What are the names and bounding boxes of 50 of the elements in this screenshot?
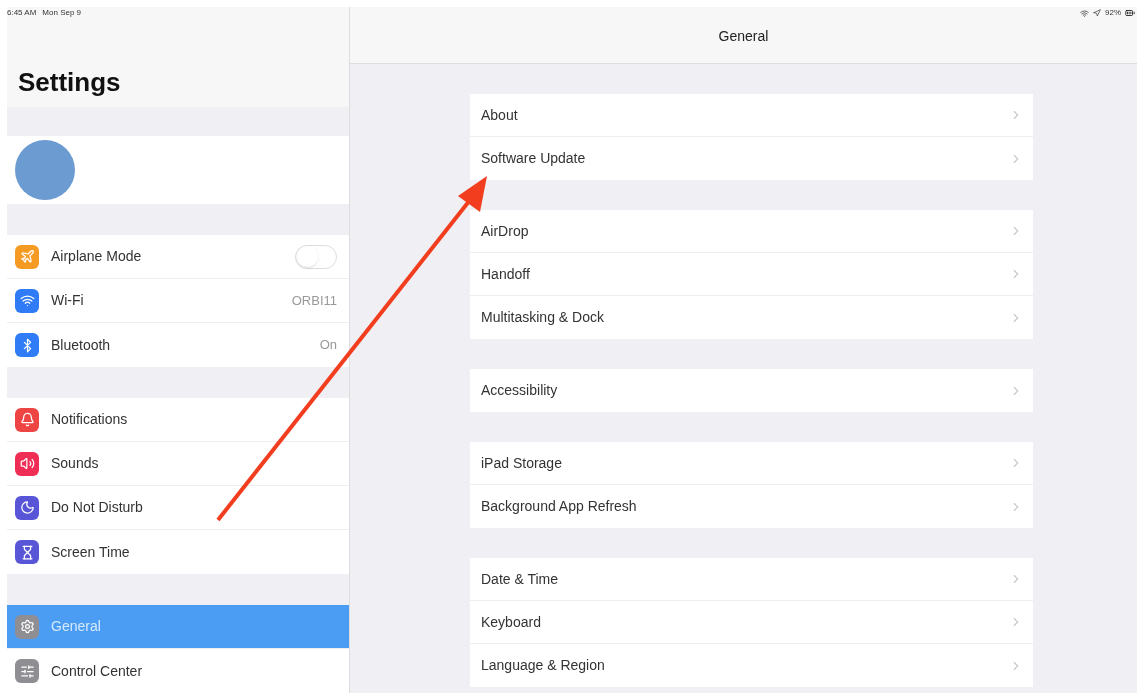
row-label: About	[481, 105, 519, 125]
row-label: Software Update	[481, 149, 587, 168]
sidebar-label: Airplane Mode	[51, 247, 143, 266]
sidebar-label: Screen Time	[51, 542, 131, 562]
sidebar-label: General	[51, 617, 102, 636]
sidebar-title: Settings	[18, 69, 121, 95]
settings-row[interactable]: iPad Storage	[470, 442, 1033, 485]
row-label: Language & Region	[481, 656, 606, 675]
sidebar-item[interactable]: Airplane Mode	[7, 235, 349, 279]
sidebar-label: Control Center	[51, 661, 144, 681]
battery-icon	[1125, 8, 1135, 18]
settings-row[interactable]: Multitasking & Dock	[470, 296, 1033, 339]
settings-row[interactable]: Keyboard	[470, 601, 1033, 644]
sidebar-item[interactable]: Screen Time	[7, 530, 349, 574]
settings-row[interactable]: Software Update	[470, 137, 1033, 180]
status-date: Mon Sep 9	[42, 7, 82, 19]
row-label: Keyboard	[481, 612, 542, 632]
settings-row[interactable]: Date & Time	[470, 558, 1033, 601]
wifi-signal-icon	[1080, 8, 1089, 18]
toggle-switch[interactable]	[295, 244, 337, 269]
settings-row[interactable]: Language & Region	[470, 644, 1033, 687]
row-label: Handoff	[481, 264, 531, 284]
status-time: 6:45 AM	[7, 7, 37, 19]
sidebar-label: Notifications	[51, 410, 129, 429]
settings-row[interactable]: About	[470, 94, 1033, 137]
sidebar-item[interactable]: Bluetooth On	[7, 323, 349, 367]
sidebar-label: Do Not Disturb	[51, 498, 144, 517]
sidebar-item[interactable]: Sounds	[7, 442, 349, 486]
location-icon	[1093, 9, 1101, 17]
row-label: AirDrop	[481, 221, 530, 241]
sidebar-item[interactable]: Wi-Fi ORBI11	[7, 279, 349, 323]
settings-row[interactable]: AirDrop	[470, 210, 1033, 253]
battery-percent: 92%	[1105, 7, 1121, 19]
sidebar-label: Sounds	[51, 454, 100, 473]
settings-row[interactable]: Background App Refresh	[470, 485, 1033, 528]
row-label: Date & Time	[481, 569, 560, 589]
sidebar-item[interactable]: Notifications	[7, 398, 349, 442]
settings-row[interactable]: Handoff	[470, 253, 1033, 296]
page-title: General	[718, 26, 769, 46]
row-label: Multitasking & Dock	[481, 308, 605, 327]
setting-value: On	[319, 336, 337, 355]
row-label: Background App Refresh	[481, 497, 638, 516]
sidebar-label: Bluetooth	[51, 335, 112, 355]
sidebar-item[interactable]: Do Not Disturb	[7, 486, 349, 530]
settings-row[interactable]: Accessibility	[470, 369, 1033, 412]
sidebar-item[interactable]: Control Center	[7, 649, 349, 693]
row-label: iPad Storage	[481, 453, 563, 473]
row-label: Accessibility	[481, 381, 559, 400]
setting-value: ORBI11	[291, 291, 337, 310]
sidebar-label: Wi-Fi	[51, 291, 85, 310]
